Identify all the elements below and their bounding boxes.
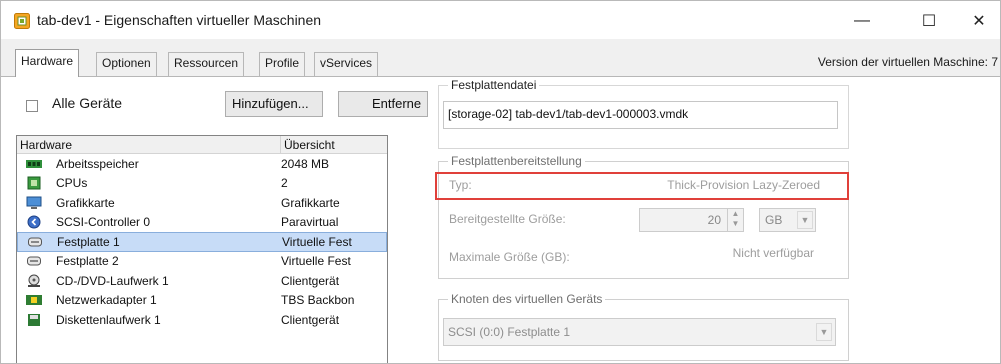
provisioned-size-value: 20 [707,213,721,227]
hardware-name: Diskettenlaufwerk 1 [56,312,161,327]
hardware-name: CPUs [56,176,88,191]
chevron-down-icon[interactable]: ▼ [797,211,813,229]
disk-provisioning-title: Festplattenbereitstellung [448,154,585,168]
hardware-summary: Grafikkarte [281,195,340,210]
tab-vservices[interactable]: vServices [314,52,379,76]
tab-optionen[interactable]: Optionen [96,52,157,76]
network-adapter-icon [25,293,43,307]
provision-type-highlight [435,172,849,200]
add-hardware-button[interactable]: Hinzufügen... [225,91,323,117]
tab-profile[interactable]: Profile [259,52,306,76]
tab-ressourcen[interactable]: Ressourcen [168,52,245,76]
provisioned-size-input[interactable]: 20 ▲ ▼ [639,208,744,232]
disk-file-path-field[interactable]: [storage-02] tab-dev1/tab-dev1-000003.vm… [443,101,838,129]
provisioned-size-label: Bereitgestellte Größe: [449,212,566,226]
virtual-device-node-title: Knoten des virtuellen Geräts [448,292,606,306]
hardware-list[interactable]: Hardware Übersicht Arbeitsspeicher 2048 … [16,135,388,363]
hardware-row-disk-1[interactable]: Festplatte 1 Virtuelle Fest [17,232,387,252]
scsi-controller-icon [25,215,43,229]
vm-properties-window: tab-dev1 - Eigenschaften virtueller Masc… [0,0,1001,364]
hardware-summary: Virtuelle Fest [282,234,352,249]
hardware-summary: Clientgerät [281,273,340,288]
hard-disk-icon [25,254,43,268]
hardware-row-graphics[interactable]: Grafikkarte Grafikkarte [17,193,387,213]
hardware-row-network[interactable]: Netzwerkadapter 1 TBS Backbon [17,291,387,311]
disk-file-group: Festplattendatei [storage-02] tab-dev1/t… [438,78,849,149]
tab-strip: Hardware Optionen Ressourcen Profile vSe… [1,39,1000,77]
hardware-row-cd-dvd[interactable]: CD-/DVD-Laufwerk 1 Clientgerät [17,271,387,291]
max-size-label: Maximale Größe (GB): [449,250,570,264]
hardware-summary: Virtuelle Fest [281,254,351,269]
close-button[interactable]: ✕ [956,7,1000,35]
hardware-summary: 2048 MB [281,156,330,171]
hard-disk-icon [26,235,44,249]
virtual-device-node-group: Knoten des virtuellen Geräts SCSI (0:0) … [438,292,849,361]
hardware-row-disk-2[interactable]: Festplatte 2 Virtuelle Fest [17,252,387,272]
hardware-summary: 2 [281,176,288,191]
disk-file-title: Festplattendatei [448,78,540,92]
column-header-hardware[interactable]: Hardware [17,136,281,153]
hardware-row-floppy[interactable]: Diskettenlaufwerk 1 Clientgerät [17,310,387,330]
cd-dvd-drive-icon [25,274,43,288]
hardware-summary: TBS Backbon [281,293,355,308]
size-unit-value: GB [765,213,783,227]
column-header-summary[interactable]: Übersicht [281,136,338,153]
hardware-name: SCSI-Controller 0 [56,215,151,230]
hardware-name: Festplatte 2 [56,254,119,269]
cpu-icon [25,176,43,190]
tab-hardware[interactable]: Hardware [15,49,80,77]
vm-version-text: Version der virtuellen Maschine: 7 [817,55,998,69]
window-title: tab-dev1 - Eigenschaften virtueller Masc… [37,12,322,28]
hardware-summary: Paravirtual [281,215,339,230]
all-devices-checkbox[interactable] [26,100,38,112]
hardware-name: CD-/DVD-Laufwerk 1 [56,273,169,288]
all-devices-label[interactable]: Alle Geräte [52,95,122,111]
remove-hardware-button[interactable]: Entferne [338,91,428,117]
memory-icon [25,157,43,171]
hardware-name: Grafikkarte [56,195,115,210]
minimize-button[interactable]: — [839,7,885,35]
hardware-row-cpus[interactable]: CPUs 2 [17,174,387,194]
display-icon [25,196,43,210]
title-bar: tab-dev1 - Eigenschaften virtueller Masc… [1,1,1000,39]
floppy-drive-icon [25,313,43,327]
vm-app-icon [14,13,30,29]
hardware-summary: Clientgerät [281,312,340,327]
hardware-row-memory[interactable]: Arbeitsspeicher 2048 MB [17,154,387,174]
device-node-value: SCSI (0:0) Festplatte 1 [448,325,571,339]
size-spinner-icon[interactable]: ▲ ▼ [727,209,743,231]
hardware-name: Arbeitsspeicher [56,156,139,171]
hardware-name: Festplatte 1 [57,234,120,249]
hardware-row-scsi-controller[interactable]: SCSI-Controller 0 Paravirtual [17,213,387,233]
hardware-tab-content: Alle Geräte Hinzufügen... Entferne Hardw… [1,77,1000,363]
hardware-list-header: Hardware Übersicht [17,136,387,154]
max-size-value: Nicht verfügbar [732,246,814,260]
device-node-select[interactable]: SCSI (0:0) Festplatte 1 ▼ [443,318,836,346]
chevron-down-icon[interactable]: ▼ [816,323,832,341]
maximize-button[interactable]: ☐ [906,7,952,35]
hardware-name: Netzwerkadapter 1 [56,293,157,308]
size-unit-select[interactable]: GB ▼ [759,208,816,232]
